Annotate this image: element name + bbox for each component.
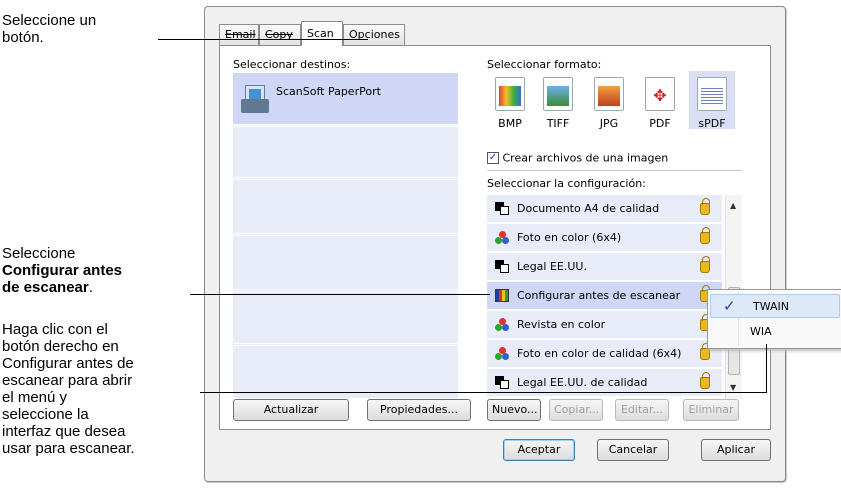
- config-item-documento-a4[interactable]: Documento A4 de calidad: [487, 195, 722, 223]
- annotation-line: seleccione la: [2, 406, 89, 423]
- annotation-line: interfaz que desea: [2, 423, 126, 440]
- bw-document-icon: [495, 376, 509, 389]
- lock-icon: [700, 256, 710, 273]
- config-label: Configurar antes de escanear: [517, 289, 681, 302]
- lock-icon: [700, 227, 710, 244]
- annotation-select-button: Seleccione un botón.: [2, 12, 96, 46]
- scroll-up-icon[interactable]: ▲: [730, 201, 736, 210]
- bw-document-icon: [495, 202, 509, 215]
- config-item-foto-calidad[interactable]: Foto en color de calidad (6x4): [487, 340, 722, 368]
- scroll-down-icon[interactable]: ▼: [730, 383, 736, 392]
- color-photo-icon: [495, 347, 509, 360]
- menu-item-label: WIA: [750, 325, 772, 338]
- config-label: Legal EE.UU. de calidad: [517, 376, 648, 389]
- config-label: Foto en color de calidad (6x4): [517, 347, 682, 360]
- properties-button[interactable]: Propiedades...: [367, 399, 471, 421]
- configure-icon: [495, 289, 509, 302]
- annotation-bold-text: de escanear: [2, 279, 89, 296]
- menu-item-wia[interactable]: WIA: [708, 320, 841, 344]
- annotation-line: Haga clic con el: [2, 321, 108, 338]
- annotation-line: escanear para abrir: [2, 372, 133, 389]
- annotation-line: usar para escanear.: [2, 440, 135, 457]
- config-item-revista[interactable]: Revista en color: [487, 311, 722, 339]
- check-icon: ✓: [723, 297, 736, 315]
- lock-icon: [700, 343, 710, 360]
- delete-button[interactable]: Eliminar: [683, 399, 739, 421]
- annotation-line-wrap: de escanear.: [2, 279, 122, 296]
- new-button[interactable]: Nuevo...: [487, 399, 541, 421]
- config-item-legal[interactable]: Legal EE.UU.: [487, 253, 722, 281]
- color-photo-icon: [495, 318, 509, 331]
- scan-dialog: Email Copy Scan Opciones Seleccionar des…: [204, 6, 786, 482]
- annotation-line: botón derecho en: [2, 338, 119, 355]
- callout-line-menu: [200, 392, 767, 393]
- menu-item-twain[interactable]: ✓ TWAIN: [710, 294, 840, 318]
- menu-item-label: TWAIN: [753, 300, 789, 313]
- color-photo-icon: [495, 231, 509, 244]
- lock-icon: [700, 372, 710, 389]
- annotation-line: botón.: [2, 29, 44, 46]
- edit-button[interactable]: Editar...: [615, 399, 669, 421]
- annotation-right-click: Haga clic con el botón derecho en Config…: [2, 321, 135, 457]
- bw-document-icon: [495, 260, 509, 273]
- annotation-period: .: [88, 279, 93, 296]
- annotation-line: Configurar antes de: [2, 355, 134, 372]
- interface-context-menu: ✓ TWAIN WIA: [707, 289, 841, 349]
- config-label: Legal EE.UU.: [517, 260, 587, 273]
- callout-line-menu-vertical: [766, 344, 767, 393]
- copy-button[interactable]: Copiar...: [549, 399, 603, 421]
- config-label: Documento A4 de calidad: [517, 202, 660, 215]
- annotation-line: Seleccione un: [2, 12, 97, 29]
- annotation-line: Seleccione: [2, 245, 76, 262]
- lock-icon: [700, 198, 710, 215]
- refresh-button[interactable]: Actualizar: [233, 399, 349, 421]
- config-label: Foto en color (6x4): [517, 231, 622, 244]
- config-item-configurar-antes[interactable]: Configurar antes de escanear: [487, 282, 722, 310]
- callout-line-tab: [158, 39, 368, 40]
- annotation-line: el menú y: [2, 389, 68, 406]
- config-item-foto-color[interactable]: Foto en color (6x4): [487, 224, 722, 252]
- callout-line-configure: [190, 294, 490, 295]
- annotation-configure: Seleccione Configurar antes de escanear.: [2, 245, 122, 296]
- annotation-line-bold: Configurar antes: [2, 262, 123, 279]
- config-label: Revista en color: [517, 318, 606, 331]
